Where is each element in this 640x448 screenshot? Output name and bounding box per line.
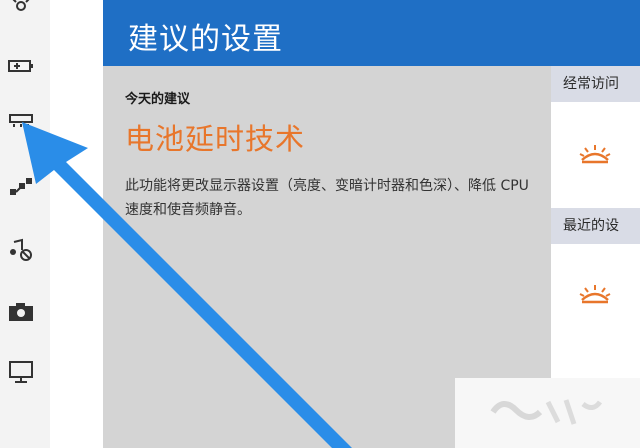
watermark-mark	[490, 399, 603, 425]
recent-section-header: 最近的设	[551, 208, 640, 244]
music-icon[interactable]	[6, 236, 36, 264]
sidebar	[0, 0, 50, 448]
today-suggestion-label: 今天的建议	[125, 92, 191, 107]
monitor-icon[interactable]	[6, 358, 36, 386]
panel-header: 建议的设置	[103, 0, 640, 66]
frequent-section-header: 经常访问	[551, 66, 640, 102]
network-icon[interactable]	[6, 174, 36, 202]
frequent-section[interactable]	[551, 102, 640, 206]
tip-title[interactable]: 电池延时技术	[125, 116, 305, 158]
brightness-icon[interactable]	[6, 0, 36, 20]
brightness-setting-icon-recent[interactable]	[578, 284, 612, 304]
tip-description: 此功能将更改显示器设置（亮度、变暗计时器和色深）、降低 CPU 速度和使音频静音…	[125, 178, 529, 218]
page-title: 建议的设置	[128, 22, 283, 57]
brightness-setting-icon[interactable]	[578, 144, 612, 164]
display-icon[interactable]	[6, 106, 36, 134]
battery-icon[interactable]	[6, 52, 36, 80]
camera-icon[interactable]	[6, 298, 36, 326]
